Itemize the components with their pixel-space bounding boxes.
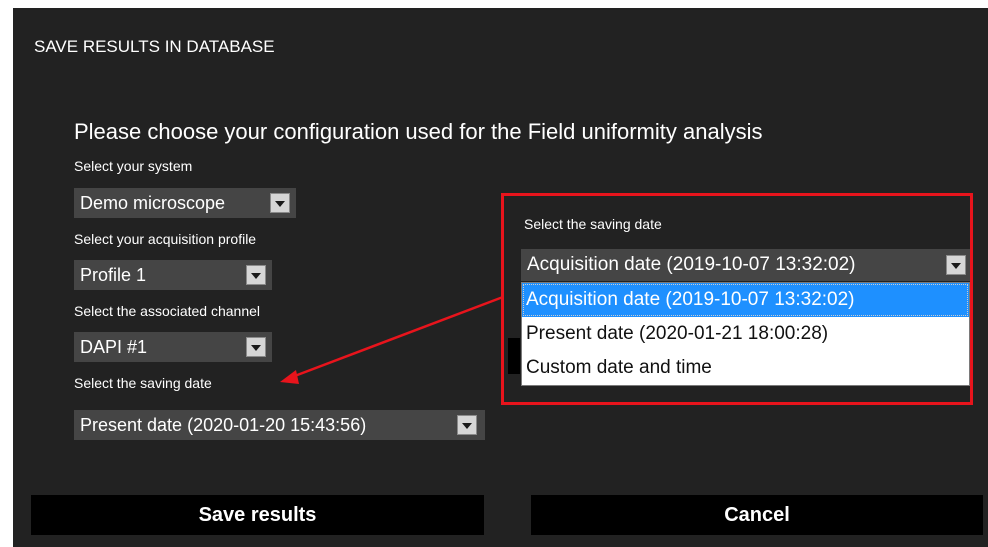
profile-select[interactable]: Profile 1 [74, 260, 272, 290]
channel-label: Select the associated channel [74, 303, 261, 319]
option-acquisition-date[interactable]: Acquisition date (2019-10-07 13:32:02) [522, 283, 969, 317]
chevron-down-icon[interactable] [946, 255, 966, 275]
date-options-list: Acquisition date (2019-10-07 13:32:02) P… [521, 282, 970, 386]
system-value: Demo microscope [80, 193, 226, 213]
option-present-date[interactable]: Present date (2020-01-21 18:00:28) [522, 317, 969, 351]
zoom-saving-date-select[interactable]: Acquisition date (2019-10-07 13:32:02) [521, 249, 970, 281]
profile-label: Select your acquisition profile [74, 231, 257, 247]
option-custom-date[interactable]: Custom date and time [522, 351, 969, 385]
chevron-down-icon[interactable] [246, 265, 266, 285]
config-heading: Please choose your configuration used fo… [74, 119, 763, 144]
chevron-down-icon[interactable] [457, 415, 477, 435]
channel-value: DAPI #1 [80, 337, 148, 357]
profile-value: Profile 1 [80, 265, 147, 285]
saving-date-value: Present date (2020-01-20 15:43:56) [80, 415, 367, 435]
cancel-button[interactable]: Cancel [531, 495, 983, 535]
channel-select[interactable]: DAPI #1 [74, 332, 272, 362]
save-results-button[interactable]: Save results [31, 495, 484, 535]
saving-date-select[interactable]: Present date (2020-01-20 15:43:56) [74, 410, 485, 440]
saving-date-label: Select the saving date [74, 375, 212, 391]
hidden-button-edge [508, 338, 520, 374]
system-select[interactable]: Demo microscope [74, 188, 296, 218]
chevron-down-icon[interactable] [246, 337, 266, 357]
chevron-down-icon[interactable] [270, 193, 290, 213]
dialog-title: SAVE RESULTS IN DATABASE [34, 37, 275, 56]
zoom-saving-date-label: Select the saving date [524, 216, 662, 232]
system-label: Select your system [74, 158, 193, 174]
zoom-saving-date-value: Acquisition date (2019-10-07 13:32:02) [527, 254, 856, 275]
